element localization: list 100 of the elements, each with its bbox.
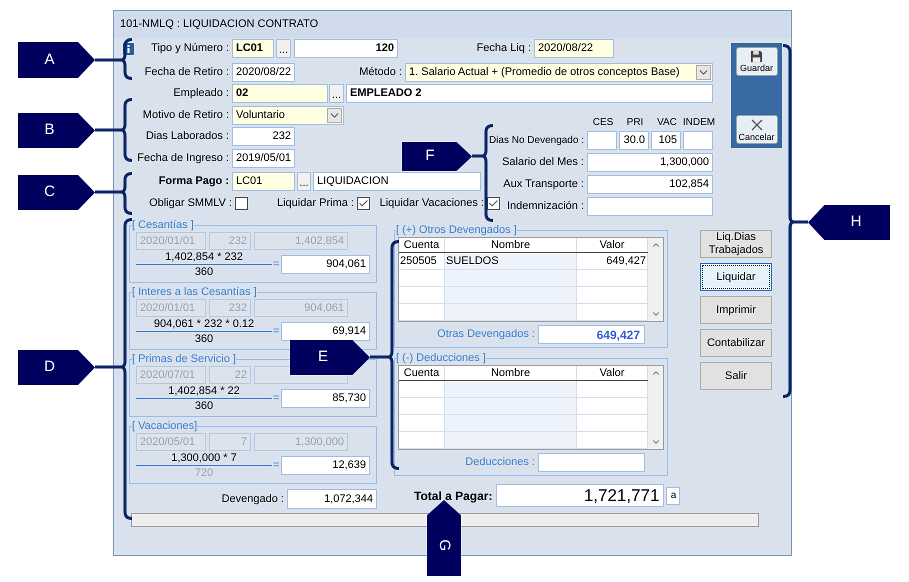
group-title: [ Interes a las Cesantías ]	[132, 286, 257, 299]
text-field[interactable]: 69,914	[281, 322, 370, 341]
readonly-field: 904,061	[254, 299, 348, 317]
formula-denominator: 360	[194, 332, 214, 346]
text-field[interactable]: LIQUIDACION	[313, 172, 481, 191]
text-field[interactable]	[587, 197, 713, 216]
readonly-field: 1,300,000	[254, 433, 348, 451]
text-field[interactable]	[587, 131, 617, 150]
formula-numerator: 1,402,854 * 22	[168, 384, 240, 398]
checkbox[interactable]	[235, 197, 248, 210]
column-header: PRI	[626, 117, 644, 129]
callout-marker: E	[290, 340, 370, 375]
toolbar-button[interactable]: Cancelar	[736, 115, 778, 144]
readonly-field: 2020/01/01	[136, 299, 206, 317]
readonly-field: 7	[209, 433, 251, 451]
field-label: Deducciones :	[465, 455, 535, 470]
text-field[interactable]: 232	[232, 127, 295, 146]
action-button[interactable]: Imprimir	[700, 296, 772, 324]
check-icon	[488, 198, 499, 209]
action-button[interactable]: Liq.Dias Trabajados	[700, 230, 772, 258]
total-field[interactable]	[538, 453, 645, 472]
chevron-down-icon	[327, 108, 342, 123]
column-header: INDEM	[682, 117, 716, 129]
table-cell: SUELDOS	[445, 253, 577, 269]
readonly-field: 2020/07/01	[136, 366, 206, 384]
text-field[interactable]: LC01	[232, 39, 274, 58]
checkbox[interactable]	[487, 197, 500, 210]
lookup-button[interactable]: ...	[297, 172, 311, 191]
close-icon	[750, 118, 764, 132]
callout-marker: B	[18, 113, 95, 148]
checkbox[interactable]	[357, 197, 370, 210]
readonly-field: 2020/01/01	[136, 232, 206, 250]
formula-denominator: 360	[194, 399, 214, 413]
formula-denominator: 720	[194, 466, 214, 480]
callout-marker: G	[427, 500, 461, 576]
field-label: Dias Laborados :	[146, 129, 229, 144]
action-button[interactable]: Liquidar	[700, 263, 772, 291]
total-field[interactable]: 649,427	[538, 325, 645, 344]
text-field[interactable]: 105	[651, 131, 681, 150]
text-field[interactable]: 120	[294, 39, 398, 58]
readonly-field: 232	[209, 299, 251, 317]
group-title: [ Cesantías ]	[132, 219, 194, 232]
text-field[interactable]	[683, 131, 713, 150]
text-field[interactable]: 85,730	[281, 389, 370, 408]
field-label: Salario del Mes :	[502, 155, 584, 170]
column-header[interactable]: Nombre	[445, 238, 577, 252]
field-label: Otras Devengados :	[437, 327, 535, 342]
group-title: [ Primas de Servicio ]	[132, 353, 236, 366]
chevron-down-icon	[696, 65, 711, 80]
bracket-connector	[95, 98, 132, 162]
column-header[interactable]: Nombre	[445, 366, 577, 380]
text-field[interactable]: 904,061	[281, 255, 370, 274]
scrollbar[interactable]	[648, 366, 663, 449]
text-field[interactable]: 1,072,344	[287, 489, 377, 509]
lookup-button[interactable]: ...	[329, 84, 344, 103]
check-icon	[358, 198, 369, 209]
text-field[interactable]: 102,854	[587, 175, 713, 194]
total-field[interactable]: 1,721,771	[496, 484, 664, 507]
action-button[interactable]: Salir	[700, 362, 772, 390]
text-field[interactable]: 12,639	[281, 456, 370, 475]
text-field[interactable]: LC01	[232, 172, 295, 191]
formula-numerator: 904,061 * 232 * 0.12	[154, 317, 254, 331]
scrollbar[interactable]	[648, 238, 663, 321]
field-label: Aux Transporte :	[503, 177, 584, 192]
equals-sign: =	[273, 458, 280, 474]
text-field[interactable]: 2020/08/22	[232, 63, 295, 82]
field-label: Forma Pago :	[158, 174, 229, 190]
text-field[interactable]: 2020/08/22	[534, 39, 614, 58]
equals-sign: =	[273, 324, 280, 340]
dropdown[interactable]: 1. Salario Actual + (Promedio de otros conceptos Base)	[405, 63, 713, 82]
readonly-field: 2020/05/01	[136, 433, 206, 451]
column-header[interactable]: Cuenta	[399, 366, 445, 380]
window-title: 101-NMLQ : LIQUIDACION CONTRATO	[120, 17, 318, 32]
formula-numerator: 1,402,854 * 232	[165, 250, 243, 264]
suffix-field[interactable]: a	[666, 486, 680, 504]
readonly-field: 1,402,854	[254, 232, 348, 250]
equals-sign: =	[273, 257, 280, 272]
action-button[interactable]: Contabilizar	[700, 329, 772, 357]
toolbar-button[interactable]: Guardar	[736, 47, 778, 76]
column-header: CES	[592, 117, 614, 129]
field-label: Liquidar Prima :	[276, 196, 354, 212]
dropdown[interactable]: Voluntario	[232, 106, 344, 125]
text-field[interactable]: 1,300,000	[587, 153, 713, 172]
lookup-button[interactable]: ...	[276, 39, 291, 58]
formula-denominator: 360	[194, 265, 214, 279]
field-label: Método :	[359, 65, 402, 80]
group-title: [ Vacaciones]	[132, 420, 198, 433]
text-field[interactable]: 02	[232, 84, 328, 103]
callout-marker: C	[18, 175, 95, 210]
field-label: Indemnización :	[506, 199, 584, 214]
text-field[interactable]: 30.0	[619, 131, 649, 150]
field-label: Empleado :	[173, 86, 229, 102]
field-label: Dias No Devengado :	[488, 134, 584, 148]
text-field[interactable]: 2019/05/01	[232, 149, 295, 168]
callout-marker: H	[808, 205, 890, 240]
column-header[interactable]: Cuenta	[399, 238, 445, 252]
readonly-field: 232	[209, 232, 251, 250]
formula-numerator: 1,300,000 * 7	[171, 451, 237, 465]
text-field[interactable]: EMPLEADO 2	[346, 84, 713, 103]
group-title: [ (+) Otros Devengados ]	[396, 224, 517, 237]
